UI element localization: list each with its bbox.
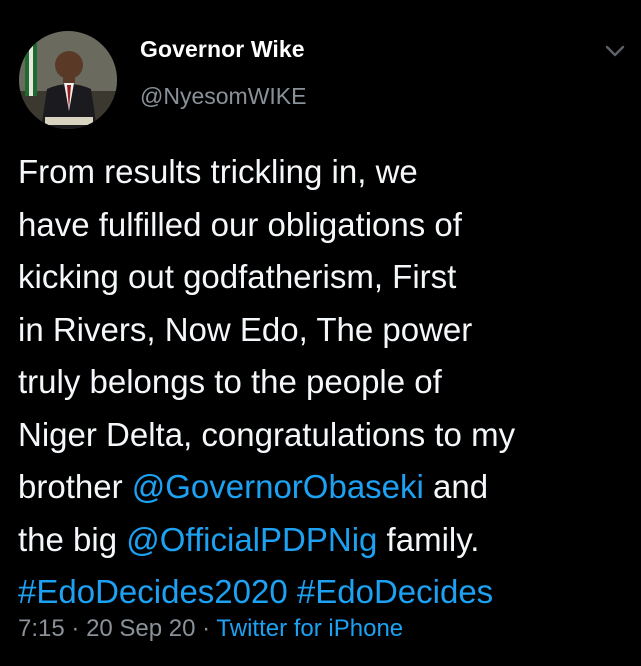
tweet-source-link[interactable]: Twitter for iPhone (216, 615, 403, 642)
tweet-text-segment: brother (18, 468, 132, 505)
tweet-line: the big @OfficialPDPNig family. (18, 514, 633, 567)
hashtag-link-edodecides[interactable]: #EdoDecides (297, 573, 493, 610)
display-name[interactable]: Governor Wike (140, 36, 305, 63)
tweet-line: Niger Delta, congratulations to my (18, 415, 516, 453)
user-handle[interactable]: @NyesomWIKE (140, 83, 306, 110)
tweet-line: brother @GovernorObaseki and (18, 461, 633, 514)
mention-link-governorobaseki[interactable]: @GovernorObaseki (132, 468, 424, 505)
avatar[interactable] (19, 31, 117, 129)
tweet-text-segment: and (423, 468, 489, 505)
tweet-line: have fulfilled our obligations of (18, 205, 462, 243)
tweet-line: in Rivers, Now Edo, The power (18, 310, 473, 348)
tweet-line: truly belongs to the people of (18, 363, 442, 400)
tweet-date[interactable]: 20 Sep 20 (86, 615, 195, 642)
tweet-line: #EdoDecides2020 #EdoDecides (18, 566, 633, 619)
chevron-down-icon[interactable] (604, 44, 626, 58)
tweet-text: From results trickling in, we have fulfi… (18, 146, 633, 619)
tweet-line: kicking out godfatherism, First (18, 258, 457, 295)
tweet-text-segment: the big (18, 520, 127, 558)
meta-separator: · (202, 615, 211, 642)
tweet-line: From results trickling in, we (18, 153, 418, 190)
hashtag-link-edodecides2020[interactable]: #EdoDecides2020 (18, 573, 288, 610)
mention-link-officialpdpnig[interactable]: @OfficialPDPNig (126, 521, 377, 558)
meta-separator: · (71, 615, 80, 642)
tweet-meta: 7:15 · 20 Sep 20 · Twitter for iPhone (18, 615, 403, 643)
tweet-time[interactable]: 7:15 (18, 615, 65, 642)
avatar-photo (19, 31, 117, 129)
tweet-text-segment: family. (377, 520, 480, 558)
tweet-card: Governor Wike @NyesomWIKE From results t… (0, 0, 641, 666)
